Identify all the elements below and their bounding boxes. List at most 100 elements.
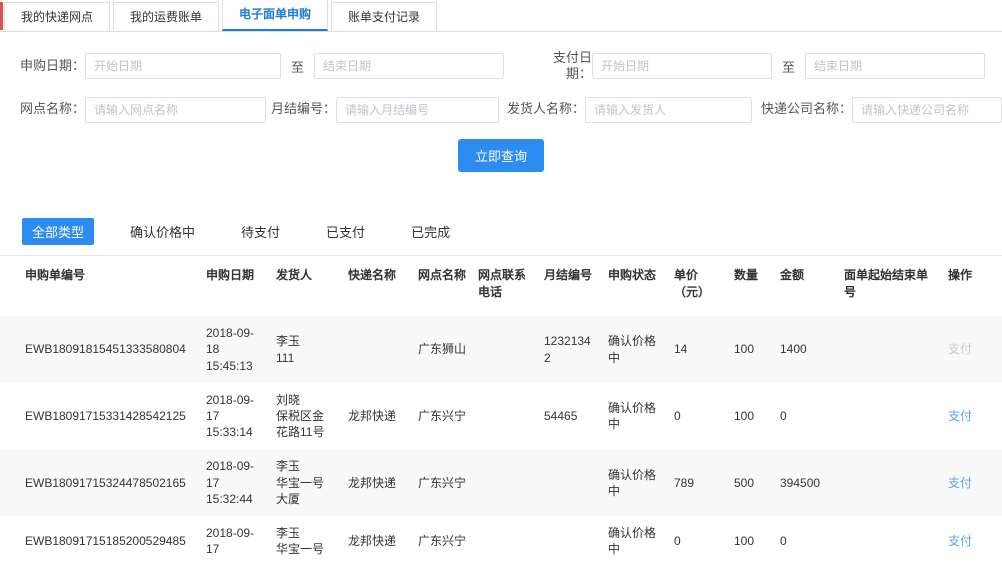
- courier-name-input[interactable]: [852, 97, 1002, 123]
- col-header-monthly-no: 月结编号: [538, 255, 602, 316]
- search-form: 申购日期： 至 支付日期： 至 网点名称： 月结编号： 发货人名称： 快递公司名…: [0, 32, 1002, 172]
- purchase-start-date-input[interactable]: [85, 53, 281, 79]
- cell-amount: 0: [774, 383, 838, 450]
- cell-quantity: 500: [728, 449, 774, 516]
- pay-link[interactable]: 支付: [948, 534, 972, 548]
- col-header-action: 操作: [942, 255, 1002, 316]
- tab-e-waybill-purchase[interactable]: 电子面单申购: [222, 0, 328, 31]
- left-accent-bar: [0, 2, 3, 30]
- cell-purchase-date: 2018-09-17 15:33:14: [200, 383, 270, 450]
- cell-site-name: 广东兴宁: [412, 383, 472, 450]
- cell-site-phone: [472, 316, 538, 383]
- status-tab-completed[interactable]: 已完成: [401, 218, 460, 245]
- cell-quantity: 100: [728, 516, 774, 566]
- cell-waybill-range: [838, 316, 942, 383]
- form-row-text-filters: 网点名称： 月结编号： 发货人名称： 快递公司名称：: [0, 97, 1002, 123]
- cell-site-name: 广东狮山: [412, 316, 472, 383]
- cell-order-no: EWB18091715324478502165: [0, 449, 200, 516]
- sender-name-input[interactable]: [585, 97, 752, 123]
- cell-monthly-no: [538, 449, 602, 516]
- status-tab-pending-payment[interactable]: 待支付: [231, 218, 290, 245]
- cell-purchase-date: 2018-09-18 15:45:13: [200, 316, 270, 383]
- table-header-row: 申购单编号 申购日期 发货人 快递名称 网点名称 网点联系电话 月结编号 申购状…: [0, 255, 1002, 316]
- cell-purchase-date: 2018-09-17 15:32:44: [200, 449, 270, 516]
- cell-order-no: EWB18091815451333580804: [0, 316, 200, 383]
- cell-unit-price: 0: [668, 516, 728, 566]
- purchase-orders-table: 申购单编号 申购日期 发货人 快递名称 网点名称 网点联系电话 月结编号 申购状…: [0, 255, 1002, 566]
- table-row: EWB18091815451333580804 2018-09-18 15:45…: [0, 316, 1002, 383]
- search-button-row: 立即查询: [0, 139, 1002, 172]
- col-header-waybill-range: 面单起始结束单号: [838, 255, 942, 316]
- col-header-site-name: 网点名称: [412, 255, 472, 316]
- status-tab-confirming-price[interactable]: 确认价格中: [120, 218, 205, 245]
- cell-waybill-range: [838, 516, 942, 566]
- cell-unit-price: 14: [668, 316, 728, 383]
- purchase-end-date-input[interactable]: [314, 53, 504, 79]
- cell-waybill-range: [838, 383, 942, 450]
- col-header-order-no: 申购单编号: [0, 255, 200, 316]
- cell-order-no: EWB18091715331428542125: [0, 383, 200, 450]
- col-header-quantity: 数量: [728, 255, 774, 316]
- pay-link[interactable]: 支付: [948, 342, 972, 356]
- status-tab-paid[interactable]: 已支付: [316, 218, 375, 245]
- tab-my-freight-bills[interactable]: 我的运费账单: [113, 2, 219, 31]
- sender-name-label: 发货人名称：: [499, 101, 585, 117]
- form-row-dates: 申购日期： 至 支付日期： 至: [0, 50, 1002, 83]
- cell-order-no: EWB18091715185200529485: [0, 516, 200, 566]
- cell-status: 确认价格中: [602, 449, 668, 516]
- cell-unit-price: 0: [668, 383, 728, 450]
- cell-status: 确认价格中: [602, 516, 668, 566]
- cell-monthly-no: 54465: [538, 383, 602, 450]
- to-label: 至: [291, 57, 304, 76]
- cell-status: 确认价格中: [602, 383, 668, 450]
- cell-courier: 龙邦快递: [342, 516, 412, 566]
- monthly-no-label: 月结编号：: [266, 101, 336, 117]
- cell-monthly-no: [538, 516, 602, 566]
- cell-courier: 龙邦快递: [342, 383, 412, 450]
- tab-bill-payment-records[interactable]: 账单支付记录: [331, 2, 437, 31]
- purchase-date-label: 申购日期：: [0, 58, 85, 74]
- cell-amount: 394500: [774, 449, 838, 516]
- top-tab-bar: 我的快递网点 我的运费账单 电子面单申购 账单支付记录: [0, 0, 1002, 32]
- pay-link[interactable]: 支付: [948, 476, 972, 490]
- site-name-input[interactable]: [85, 97, 266, 123]
- cell-sender: 李玉 111: [270, 316, 342, 383]
- table-row: EWB18091715185200529485 2018-09-17 李玉 华宝…: [0, 516, 1002, 566]
- col-header-site-phone: 网点联系电话: [472, 255, 538, 316]
- col-header-courier: 快递名称: [342, 255, 412, 316]
- cell-courier: [342, 316, 412, 383]
- cell-status: 确认价格中: [602, 316, 668, 383]
- cell-monthly-no: 12321342: [538, 316, 602, 383]
- cell-unit-price: 789: [668, 449, 728, 516]
- cell-site-name: 广东兴宁: [412, 516, 472, 566]
- status-filter-tabs: 全部类型 确认价格中 待支付 已支付 已完成: [0, 218, 1002, 255]
- cell-amount: 0: [774, 516, 838, 566]
- cell-sender: 李玉 华宝一号: [270, 516, 342, 566]
- cell-waybill-range: [838, 449, 942, 516]
- pay-end-date-input[interactable]: [805, 53, 985, 79]
- cell-site-phone: [472, 516, 538, 566]
- col-header-purchase-date: 申购日期: [200, 255, 270, 316]
- cell-amount: 1400: [774, 316, 838, 383]
- to-label: 至: [782, 57, 795, 76]
- cell-site-phone: [472, 449, 538, 516]
- tab-my-express-sites[interactable]: 我的快递网点: [4, 2, 110, 31]
- cell-site-name: 广东兴宁: [412, 449, 472, 516]
- search-button[interactable]: 立即查询: [458, 139, 544, 172]
- monthly-no-input[interactable]: [336, 97, 499, 123]
- col-header-status: 申购状态: [602, 255, 668, 316]
- col-header-amount: 金额: [774, 255, 838, 316]
- cell-sender: 李玉 华宝一号 大厦: [270, 449, 342, 516]
- pay-start-date-input[interactable]: [592, 53, 772, 79]
- pay-date-label: 支付日期：: [544, 50, 592, 83]
- site-name-label: 网点名称：: [0, 101, 85, 117]
- cell-site-phone: [472, 383, 538, 450]
- pay-link[interactable]: 支付: [948, 409, 972, 423]
- status-tab-all[interactable]: 全部类型: [22, 218, 94, 245]
- col-header-sender: 发货人: [270, 255, 342, 316]
- table-row: EWB18091715331428542125 2018-09-17 15:33…: [0, 383, 1002, 450]
- col-header-unit-price: 单价（元）: [668, 255, 728, 316]
- cell-quantity: 100: [728, 316, 774, 383]
- cell-courier: 龙邦快递: [342, 449, 412, 516]
- cell-quantity: 100: [728, 383, 774, 450]
